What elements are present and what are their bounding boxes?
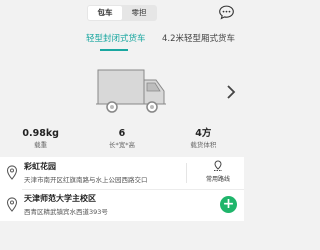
common-routes-label: 常用路线 [205,176,230,183]
location-pin-icon [6,165,18,180]
route-icon [214,160,222,171]
dropoff-address-title: 天津师范大学主校区 [24,194,96,203]
pickup-address-title: 彩虹花园 [24,162,56,171]
service-segmented-control: 包车 零担 [87,5,157,21]
chat-bubble-icon[interactable] [218,4,235,21]
divider-vertical [186,163,187,183]
spec-volume-value: 4方 [195,128,212,139]
common-routes-button[interactable]: 常用路线 [198,160,238,183]
spec-load-value: 0.98kg [22,128,59,139]
tab-less-than-load[interactable]: 零担 [122,6,156,20]
location-pin-icon [6,197,18,212]
spec-dimensions-label: 长*宽*高 [108,141,135,149]
vehicle-specs: 0.98kg 载重 6 长*宽*高 4方 载货体积 [0,128,244,154]
active-tab-indicator [100,49,128,51]
chevron-right-icon[interactable] [226,84,236,100]
spec-volume-label: 载货体积 [190,141,217,149]
tab-charter[interactable]: 包车 [88,6,122,20]
tab-4-2m-van[interactable]: 4.2米轻型厢式货车 [162,32,235,44]
truck-display [0,52,244,128]
spec-volume: 4方 载货体积 [163,128,244,154]
spec-load: 0.98kg 载重 [0,128,81,154]
spec-dimensions-value: 6 [118,128,126,139]
address-card: 彩虹花园 天津市南开区红旗南路与水上公园西路交口 常用路线 天津师范大学主校区 … [0,157,244,221]
vehicle-type-tabs: 轻型封闭式货车 4.2米轻型厢式货车 [0,28,244,52]
pickup-address-detail: 天津市南开区红旗南路与水上公园西路交口 [24,176,148,184]
add-stop-button[interactable]: + [220,196,237,213]
pickup-address-row[interactable]: 彩虹花园 天津市南开区红旗南路与水上公园西路交口 常用路线 [0,157,244,189]
dropoff-address-detail: 西青区精武镇宾水西道393号 [24,208,108,216]
dropoff-address-row[interactable]: 天津师范大学主校区 西青区精武镇宾水西道393号 + [0,189,244,221]
top-bar: 包车 零担 [0,0,244,28]
tab-light-closed-truck[interactable]: 轻型封闭式货车 [86,32,146,44]
spec-load-label: 载重 [34,141,48,149]
box-truck-illustration [96,69,166,113]
spec-dimensions: 6 长*宽*高 [81,128,162,154]
